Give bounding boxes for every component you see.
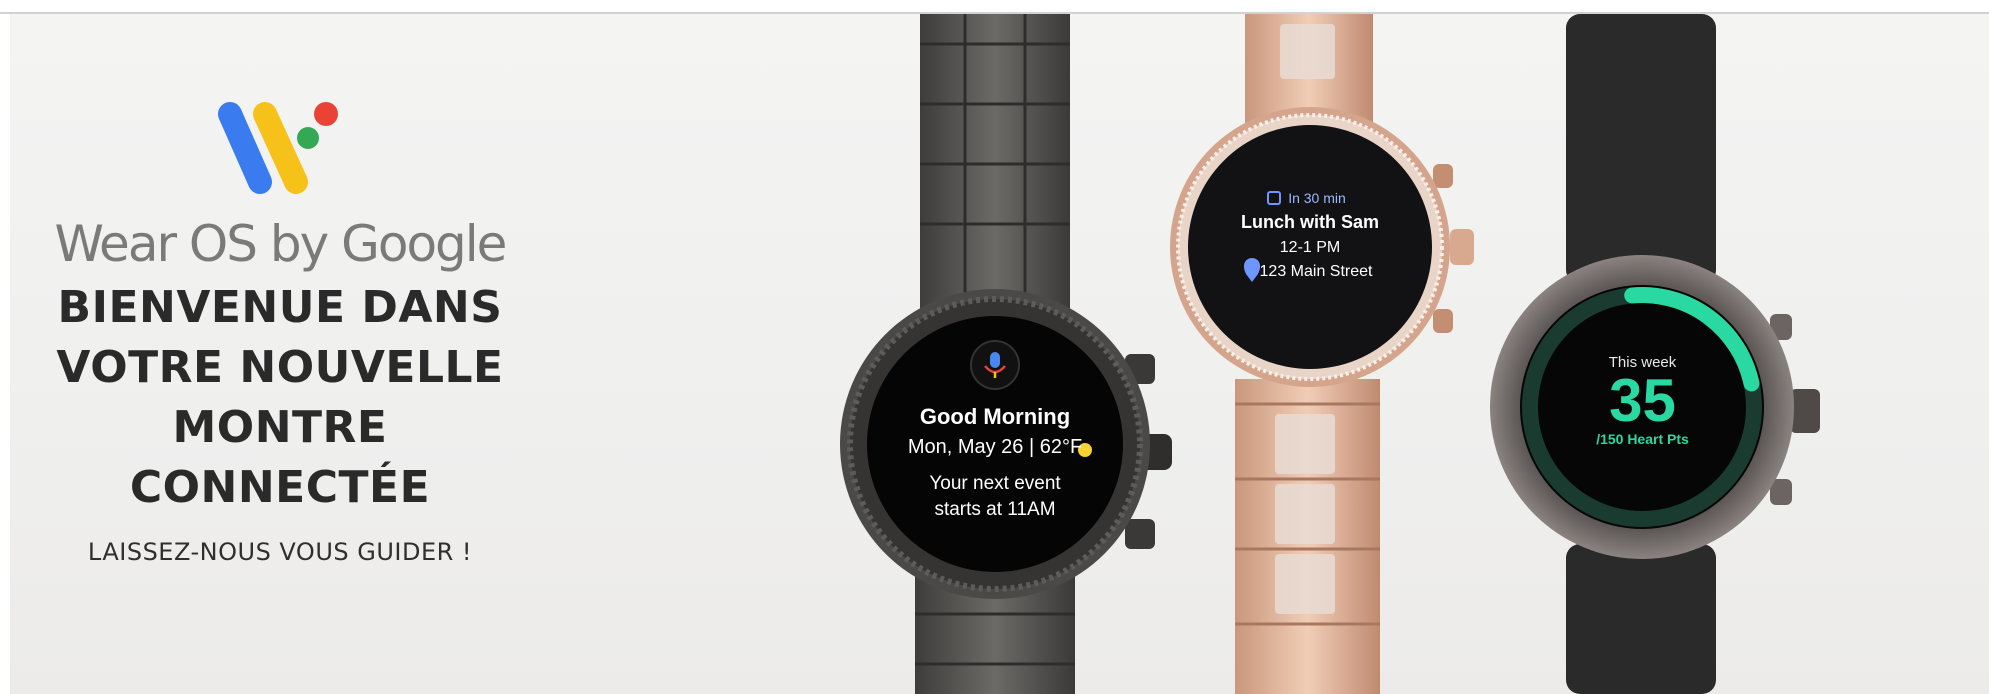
headline-line-1: BIENVENUE DANS xyxy=(57,282,503,333)
watch1-face: Good Morning Mon, May 26 | 62°F Your nex… xyxy=(890,404,1100,523)
watch2-countdown: In 30 min xyxy=(1288,190,1346,206)
watch1-event-line2: starts at 11AM xyxy=(934,499,1056,520)
headline-line-3: MONTRE xyxy=(172,402,388,453)
headline-line-2: VOTRE NOUVELLE xyxy=(56,342,504,393)
top-border xyxy=(0,0,1989,14)
watch2-address: 123 Main Street xyxy=(1259,263,1373,280)
wear-os-logo-icon xyxy=(218,102,338,194)
watch2-time: 12-1 PM xyxy=(1279,239,1341,256)
watch3-suffix: /150 Heart Pts xyxy=(1596,431,1689,447)
watch1-date: Mon, May 26 | 62°F xyxy=(907,436,1083,458)
hero-banner[interactable]: Wear OS by Google BIENVENUE DANS VOTRE N… xyxy=(10,14,1989,694)
brand-name: Wear OS by Google xyxy=(54,215,508,273)
page-title: BIENVENUE DANS VOTRE NOUVELLE MONTRE CON… xyxy=(40,278,520,518)
watch3-face: This week 35 /150 Heart Pts xyxy=(1560,354,1725,447)
watch3-value: 35 xyxy=(1609,367,1676,434)
watch1-greeting: Good Morning xyxy=(919,404,1071,429)
watch1-event-line1: Your next event xyxy=(929,473,1061,494)
headline-line-4: CONNECTÉE xyxy=(129,462,431,513)
watch1-event: Your next event starts at 11AM xyxy=(890,471,1100,523)
subtitle: LAISSEZ-NOUS VOUS GUIDER ! xyxy=(87,538,473,566)
hero-text-block: Wear OS by Google BIENVENUE DANS VOTRE N… xyxy=(40,94,520,566)
watch2-face: In 30 min Lunch with Sam 12-1 PM 123 Mai… xyxy=(1220,190,1400,281)
watch2-event-title: Lunch with Sam xyxy=(1240,212,1379,232)
